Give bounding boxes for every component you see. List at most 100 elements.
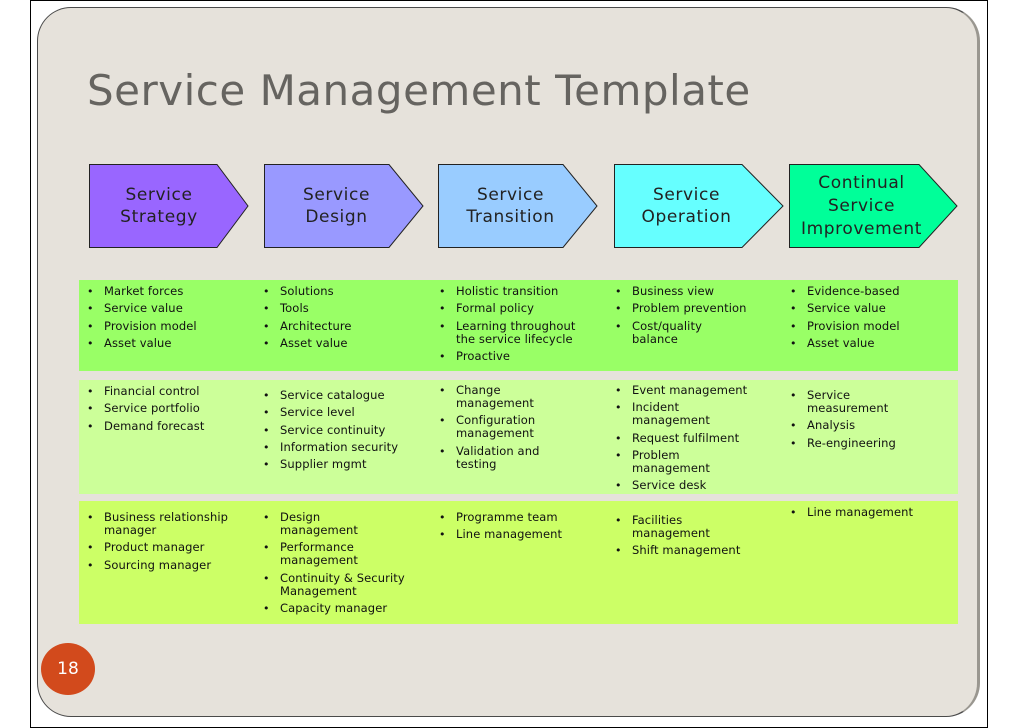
bullet-column: • Business view • Problem prevention • Cost/q… [611,285,776,350]
bullet-text: Holistic transition [456,284,559,298]
bullet-list: • Financial control • Service portfolio • Dem… [83,385,243,433]
bullet-icon: • [615,302,622,316]
bullet-icon: • [263,541,270,555]
bullet-text: Asset value [807,335,875,350]
bullet-item: • Business view [611,284,776,299]
bullet-text: Solutions [280,284,334,298]
bullet-text: Analysis [807,418,856,433]
bullet-item: • Service portfolio [83,402,243,416]
stage-label-line1: Service [302,185,371,205]
bullet-column: • Evidence-based • Service value • Provision … [786,285,951,354]
bullet-item: • Information security [259,439,419,454]
bullet-list: • Business relationship manager • Product m… [83,511,243,572]
bullet-item: • Formal policy [435,302,595,316]
bullet-item: • Problem prevention [611,302,776,316]
bullet-icon: • [87,511,94,524]
bullet-item: • Financial control [83,385,243,399]
bullet-text: Supplier mgmt [280,457,367,472]
bullet-item: • Demand forecast [83,419,243,433]
bullet-icon: • [439,528,446,542]
bullet-icon: • [439,285,446,298]
bullet-text: Business view [632,284,715,298]
bullet-icon: • [439,302,446,316]
stage-label-line1: Service [476,185,545,205]
bullet-item: • Service measurement [786,389,917,415]
bullet-list: • Solutions • Tools • Architecture • Asset valu… [259,285,419,350]
bullet-icon: • [263,406,270,420]
bullet-list: • Holistic transition • Formal policy • Learn… [435,285,595,363]
bullet-icon: • [263,319,270,333]
bullet-item: • Capacity manager [259,601,419,615]
bullet-icon: • [263,440,270,454]
bullet-icon: • [87,336,94,350]
bullet-text: Cost/quality balance [632,318,702,346]
bullet-list: • Evidence-based • Service value • Provision … [786,285,951,350]
bullet-item: • Holistic transition [435,284,595,299]
bullet-item: • Line management [786,505,951,520]
bullet-icon: • [615,319,622,333]
bullet-icon: • [263,423,270,437]
row-band-roles: • Business relationship manager • Product m… [79,501,958,624]
bullet-text: Service measurement [807,388,889,415]
bullet-text: Programme team [456,510,558,524]
bullet-text: Performance management [280,540,359,568]
bullet-item: • Architecture [259,319,419,333]
bullet-item: • Continuity & Security Management [259,571,420,598]
bullet-list: • Business view • Problem prevention • Cost/q… [611,285,776,346]
bullet-icon: • [87,285,94,298]
bullet-text: Problem management [632,447,711,475]
stage-label-line2: Strategy [120,207,198,227]
bullet-column: • Market forces • Service value • Provision m… [83,285,243,354]
stage-label-line1: Service [125,185,193,205]
bullet-text: Asset value [280,335,348,350]
bullet-column: • Programme team • Line management [435,511,595,546]
bullet-text: Request fulfilment [632,430,740,445]
slide-title: Service Management Template [87,66,751,115]
row-band-functions: • Financial control • Service portfolio • Dem… [79,380,958,494]
bullet-text: Design management [280,510,359,537]
bullet-item: • Cost/quality balance [611,318,732,346]
bullet-text: Proactive [456,348,511,363]
bullet-text: Information security [280,439,399,454]
bullet-text: Service value [104,301,183,316]
bullet-text: Sourcing manager [104,557,212,572]
bullet-icon: • [263,601,270,615]
bullet-column: • Event management • Incident management • Re… [611,384,776,496]
bullet-text: Product manager [104,540,205,555]
bullet-item: • Service desk [611,479,776,493]
bullet-icon: • [615,285,622,298]
bullet-item: • Service catalogue [259,388,419,403]
bullet-text: Configuration management [456,413,536,441]
bullet-icon: • [790,506,797,519]
bullet-icon: • [439,319,446,333]
bullet-text: Re-engineering [807,435,896,450]
bullet-item: • Problem management [611,447,747,475]
row-band-processes: • Market forces • Service value • Provision m… [79,280,958,371]
stage-label-line3: Improvement [801,218,922,239]
bullet-item: • Asset value [83,336,243,350]
bullet-icon: • [615,514,622,527]
bullet-item: • Event management [611,384,776,398]
bullet-icon: • [439,349,446,363]
bullet-icon: • [263,571,270,585]
bullet-list: • Line management [786,505,951,520]
bullet-icon: • [263,389,270,402]
bullet-icon: • [790,319,797,333]
bullet-text: Facilities management [632,513,711,540]
bullet-item: • Tools [259,302,419,316]
bullet-icon: • [87,541,94,555]
bullet-list: • Design management • Performance managemen… [259,511,419,615]
bullet-item: • Shift management [611,544,776,558]
bullet-text: Evidence-based [807,284,900,298]
bullet-column: • Business relationship manager • Product m… [83,511,243,576]
bullet-text: Line management [807,505,914,519]
bullet-icon: • [263,336,270,350]
bullet-icon: • [439,511,446,524]
page-number-badge: 18 [41,643,95,695]
bullet-column: • Design management • Performance managemen… [259,511,419,619]
bullet-icon: • [263,458,270,472]
bullet-item: • Facilities management [611,514,742,540]
bullet-text: Service value [807,301,886,316]
bullet-column: • Service measurement • Analysis • Re-enginee… [786,389,951,454]
bullet-text: Service catalogue [280,388,385,402]
